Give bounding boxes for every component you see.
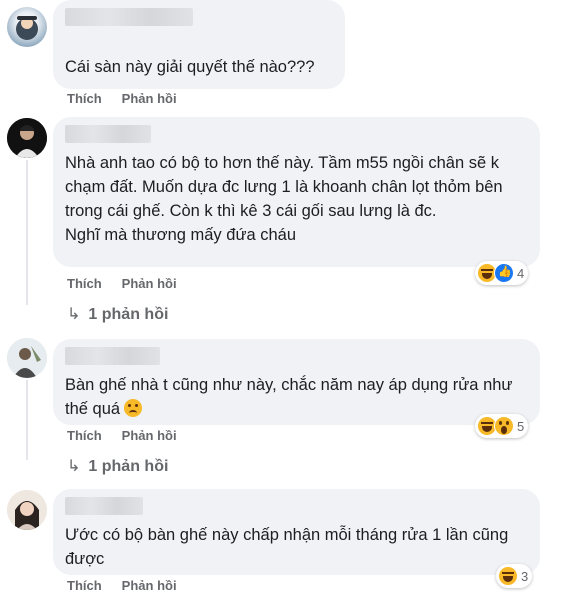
reaction-count: 3 — [521, 568, 529, 584]
reply-arrow-icon: ↳ — [67, 458, 81, 475]
reply-arrow-icon: ↳ — [67, 306, 81, 323]
author-name[interactable] — [65, 125, 151, 143]
comment-actions: Thích Phản hồi — [67, 578, 197, 593]
comment-actions: Thích Phản hồi — [67, 428, 197, 443]
author-name[interactable] — [65, 347, 160, 365]
comment-text: Nhà anh tao có bộ to hơn thế này. Tầm m5… — [65, 154, 503, 244]
view-replies-link[interactable]: ↳ 1 phản hồi — [67, 304, 168, 324]
avatar[interactable] — [7, 118, 47, 158]
like-button[interactable]: Thích — [67, 428, 102, 443]
thread-line — [26, 160, 28, 305]
comment-bubble: Cái sàn này giải quyết thế nào??? — [53, 0, 345, 89]
comment-text: Cái sàn này giải quyết thế nào??? — [65, 58, 315, 76]
reaction-count: 5 — [517, 418, 525, 434]
crying-emoji-icon — [124, 399, 143, 417]
author-name[interactable] — [65, 497, 143, 515]
like-icon — [494, 263, 514, 283]
comment-text: Ước có bộ bàn ghế này chấp nhận mỗi thán… — [65, 526, 509, 568]
comment-text: Bàn ghế nhà t cũng như này, chắc năm nay… — [65, 373, 535, 421]
view-replies-link[interactable]: ↳ 1 phản hồi — [67, 456, 168, 476]
comment-2: Nhà anh tao có bộ to hơn thế này. Tầm m5… — [0, 110, 580, 330]
avatar[interactable] — [7, 7, 47, 47]
comment-1: Cái sàn này giải quyết thế nào??? Thích P… — [0, 0, 580, 110]
reaction-count: 4 — [517, 265, 525, 281]
comment-bubble: Nhà anh tao có bộ to hơn thế này. Tầm m5… — [53, 117, 540, 267]
thread-line — [26, 380, 28, 460]
replies-label: 1 phản hồi — [88, 306, 169, 323]
reply-button[interactable]: Phản hồi — [122, 428, 177, 443]
like-button[interactable]: Thích — [67, 578, 102, 593]
comment-3: Bàn ghế nhà t cũng như này, chắc năm nay… — [0, 330, 580, 480]
like-button[interactable]: Thích — [67, 91, 102, 106]
wow-icon — [494, 416, 514, 436]
reply-button[interactable]: Phản hồi — [122, 91, 177, 106]
haha-icon — [498, 566, 518, 586]
reactions-summary[interactable]: 5 — [475, 414, 529, 438]
comment-bubble: Ước có bộ bàn ghế này chấp nhận mỗi thán… — [53, 489, 540, 575]
reply-button[interactable]: Phản hồi — [122, 578, 177, 593]
reactions-summary[interactable]: 3 — [496, 564, 533, 588]
comment-actions: Thích Phản hồi — [67, 91, 197, 106]
reactions-summary[interactable]: 4 — [475, 261, 529, 285]
replies-label: 1 phản hồi — [88, 458, 169, 475]
comment-actions: Thích Phản hồi — [67, 276, 197, 291]
like-button[interactable]: Thích — [67, 276, 102, 291]
comment-bubble: Bàn ghế nhà t cũng như này, chắc năm nay… — [53, 339, 540, 425]
author-name[interactable] — [65, 8, 193, 26]
avatar[interactable] — [7, 338, 47, 378]
comment-4: Ước có bộ bàn ghế này chấp nhận mỗi thán… — [0, 480, 580, 595]
reply-button[interactable]: Phản hồi — [122, 276, 177, 291]
avatar[interactable] — [7, 490, 47, 530]
